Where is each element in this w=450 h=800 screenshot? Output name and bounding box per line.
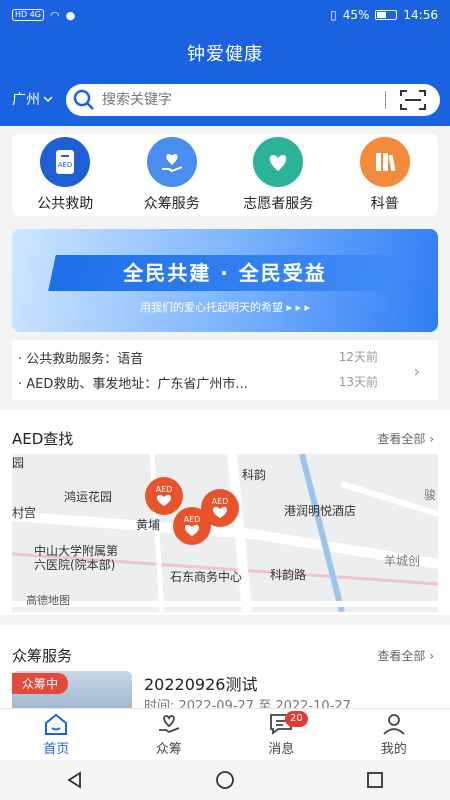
status-indicators: HD 4G bbox=[12, 9, 45, 21]
banner-subtitle: 用我们的爱心托起明天的希望 ▸ ▸ ▸ bbox=[139, 301, 311, 314]
tab-messages[interactable]: 20 消息 bbox=[225, 709, 338, 760]
aed-section: AED查找 查看全部 › 鸿运花园 黄埔 港润明悦酒店 中山大学附属第六医院(院… bbox=[0, 410, 450, 615]
quick-action-label: 科普 bbox=[370, 196, 399, 212]
clock: 14:56 bbox=[403, 8, 438, 22]
books-icon bbox=[359, 137, 410, 187]
notice-text: · AED救助、事发地址：广东省广州市... bbox=[18, 377, 248, 392]
map-label: 科韵 bbox=[242, 468, 267, 482]
map-label: 港润明悦酒店 bbox=[284, 504, 357, 518]
svg-text:AED: AED bbox=[184, 515, 201, 524]
map-roads bbox=[12, 454, 438, 612]
heart-hand-icon bbox=[158, 715, 180, 734]
aed-marker[interactable]: AED bbox=[172, 506, 212, 546]
city-selector[interactable]: 广州 bbox=[12, 89, 53, 109]
svg-text:AED: AED bbox=[58, 161, 73, 169]
promo-banner[interactable]: 全民共建 · 全民受益 用我们的爱心托起明天的希望 ▸ ▸ ▸ bbox=[12, 229, 438, 332]
status-bar: HD 4G ◠ ● ▯ 45% 14:56 bbox=[12, 6, 438, 24]
svg-text:AED: AED bbox=[212, 497, 229, 506]
tab-home[interactable]: 首页 bbox=[0, 709, 113, 760]
notice-item[interactable]: · AED救助、事发地址：广东省广州市... 13天前 bbox=[18, 373, 378, 392]
location-icon: ● bbox=[65, 8, 76, 22]
user-icon bbox=[383, 714, 405, 735]
search-divider bbox=[385, 91, 386, 109]
crowdfunding-section: 众筹服务 查看全部 › 众筹中 20220926测试 时间: 2022-09-2… bbox=[0, 625, 450, 715]
city-label: 广州 bbox=[12, 92, 40, 108]
quick-action-label: 公共救助 bbox=[37, 196, 94, 212]
status-badge: 众筹中 bbox=[12, 673, 69, 694]
recents-icon[interactable] bbox=[366, 771, 384, 789]
map-label: 鸿运花园 bbox=[64, 490, 113, 504]
notice-time: 12天前 bbox=[338, 350, 378, 364]
map-label: 羊城创 bbox=[384, 554, 421, 568]
banner-title: 全民共建 · 全民受益 bbox=[123, 261, 327, 285]
bottom-tab-bar: 首页 众筹 20 消息 我的 bbox=[0, 708, 450, 760]
app-title: 钟爱健康 bbox=[187, 44, 263, 65]
tab-label: 首页 bbox=[43, 742, 70, 757]
map-label: 村宫 bbox=[12, 506, 37, 520]
crowdfunding-item-title[interactable]: 20220926测试 bbox=[144, 671, 257, 695]
home-icon bbox=[45, 713, 68, 735]
quick-action-volunteer[interactable]: 志愿者服务 bbox=[228, 137, 328, 213]
quick-action-public-aid[interactable]: AED 公共救助 bbox=[15, 137, 115, 213]
back-icon[interactable] bbox=[66, 771, 84, 789]
search-bar[interactable] bbox=[66, 84, 440, 116]
section-title: AED查找 bbox=[12, 430, 74, 448]
section-title: 众筹服务 bbox=[12, 647, 73, 665]
header: HD 4G ◠ ● ▯ 45% 14:56 钟爱健康 广州 bbox=[0, 0, 450, 126]
vibrate-icon: ▯ bbox=[330, 8, 337, 22]
notice-item[interactable]: · 公共救助服务：语音 12天前 bbox=[18, 348, 378, 367]
map-label: 园 bbox=[12, 456, 25, 470]
chevron-down-icon bbox=[43, 96, 53, 103]
heart-hand-icon bbox=[146, 137, 197, 187]
search-input[interactable] bbox=[102, 92, 385, 108]
map-label: 骏 bbox=[424, 488, 437, 502]
quick-action-label: 众筹服务 bbox=[143, 196, 200, 212]
aed-map[interactable]: 鸿运花园 黄埔 港润明悦酒店 中山大学附属第六医院(院本部) 石东商务中心 科韵… bbox=[12, 454, 438, 612]
map-watermark: 高德地图 bbox=[26, 594, 70, 607]
tab-crowdfunding[interactable]: 众筹 bbox=[113, 709, 226, 760]
chevron-right-icon: › bbox=[413, 362, 420, 381]
map-label: 黄埔 bbox=[136, 518, 161, 532]
home-circle-icon[interactable] bbox=[215, 770, 235, 790]
battery-icon bbox=[375, 10, 398, 20]
tab-label: 我的 bbox=[380, 742, 407, 757]
tab-profile[interactable]: 我的 bbox=[338, 709, 450, 760]
system-nav-bar bbox=[0, 760, 450, 800]
quick-action-science[interactable]: 科普 bbox=[335, 137, 435, 213]
scan-icon[interactable] bbox=[400, 89, 426, 111]
aed-icon: AED bbox=[40, 137, 91, 187]
aed-view-all-link[interactable]: 查看全部 › bbox=[377, 430, 434, 447]
notice-text: · 公共救助服务：语音 bbox=[18, 352, 144, 367]
quick-action-crowdfunding[interactable]: 众筹服务 bbox=[122, 137, 222, 213]
tab-label: 消息 bbox=[268, 742, 295, 757]
crowdfunding-view-all-link[interactable]: 查看全部 › bbox=[377, 647, 434, 664]
map-label: 石东商务中心 bbox=[170, 570, 243, 584]
map-label: 科韵路 bbox=[270, 568, 307, 582]
wifi-icon: ◠ bbox=[50, 8, 60, 22]
quick-actions: AED 公共救助 众筹服务 志愿者服务 科普 bbox=[12, 134, 438, 216]
battery-percent: 45% bbox=[342, 8, 370, 22]
quick-action-label: 志愿者服务 bbox=[243, 196, 314, 212]
unread-badge: 20 bbox=[285, 711, 308, 727]
volunteer-heart-icon bbox=[253, 137, 304, 187]
tab-label: 众筹 bbox=[155, 742, 182, 757]
search-icon bbox=[73, 89, 94, 110]
notice-time: 13天前 bbox=[338, 375, 378, 389]
notice-list[interactable]: · 公共救助服务：语音 12天前 · AED救助、事发地址：广东省广州市... … bbox=[12, 340, 438, 400]
map-label: 中山大学附属第六医院(院本部) bbox=[34, 544, 119, 572]
svg-text:AED: AED bbox=[156, 485, 173, 494]
